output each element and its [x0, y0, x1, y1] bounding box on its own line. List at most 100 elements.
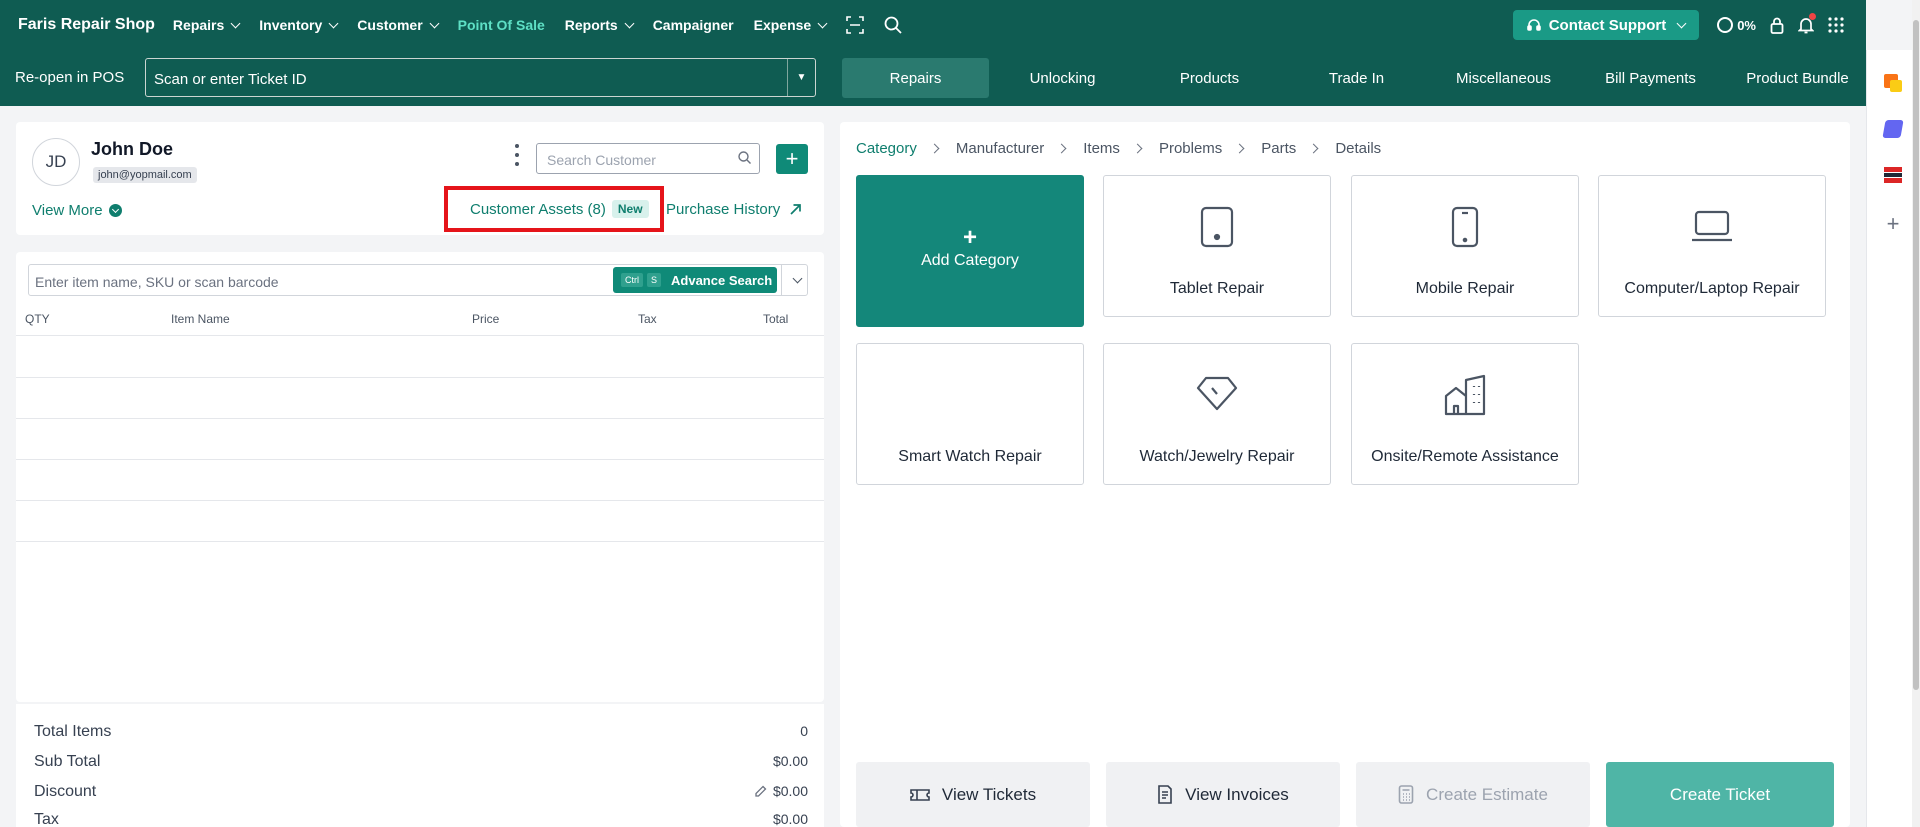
tab-repairs[interactable]: Repairs	[842, 58, 989, 98]
create-ticket-button[interactable]: Create Ticket	[1606, 762, 1834, 827]
nav-reports[interactable]: Reports	[564, 17, 635, 33]
item-search-placeholder: Enter item name, SKU or scan barcode	[35, 274, 279, 290]
scan-icon[interactable]	[846, 16, 865, 34]
breadcrumb-problems: Problems	[1158, 140, 1223, 157]
tab-products[interactable]: Products	[1136, 58, 1283, 98]
contact-support-label: Contact Support	[1548, 16, 1667, 34]
category-label: Watch/Jewelry Repair	[1139, 448, 1295, 465]
chevron-down-icon	[429, 18, 440, 28]
nav-repairs[interactable]: Repairs	[172, 17, 241, 33]
customer-search-placeholder: Search Customer	[547, 152, 656, 168]
category-label: Computer/Laptop Repair	[1624, 280, 1800, 297]
laptop-icon	[1691, 210, 1733, 247]
item-search-input[interactable]: Enter item name, SKU or scan barcode Ctr…	[28, 264, 808, 296]
advance-search-button[interactable]: Ctrl S Advance Search	[613, 267, 777, 293]
tab-miscellaneous[interactable]: Miscellaneous	[1430, 58, 1577, 98]
kebab-menu-icon[interactable]	[513, 144, 521, 166]
diamond-icon	[1196, 374, 1238, 417]
table-row	[16, 419, 824, 460]
caret-down-icon[interactable]: ▼	[787, 59, 815, 96]
mobile-icon	[1451, 206, 1479, 253]
kbd-s: S	[647, 273, 662, 287]
brand-name[interactable]: Faris Repair Shop	[18, 16, 155, 34]
view-more-link[interactable]: View More	[32, 202, 122, 219]
breadcrumb-details: Details	[1335, 140, 1382, 157]
col-qty: QTY	[25, 312, 50, 326]
view-invoices-label: View Invoices	[1185, 784, 1289, 804]
ticket-id-placeholder: Scan or enter Ticket ID	[154, 71, 307, 88]
create-estimate-button[interactable]: Create Estimate	[1356, 762, 1590, 827]
scrollbar-thumb[interactable]	[1913, 20, 1919, 690]
repair-category-panel: Category Manufacturer Items Problems Par…	[840, 122, 1850, 827]
category-label: Smart Watch Repair	[898, 448, 1042, 465]
add-customer-button[interactable]: +	[776, 144, 808, 174]
nav-point-of-sale[interactable]: Point Of Sale	[458, 17, 545, 33]
view-tickets-button[interactable]: View Tickets	[856, 762, 1090, 827]
customer-name: John Doe	[91, 139, 174, 159]
reopen-label: Re-open in POS	[15, 69, 125, 86]
nav-inventory[interactable]: Inventory	[259, 17, 339, 33]
stack-icon[interactable]	[1884, 167, 1902, 183]
category-label: Tablet Repair	[1169, 280, 1265, 297]
nav-label: Inventory	[259, 17, 323, 33]
ticket-icon	[910, 788, 930, 801]
chevron-right-icon	[1132, 143, 1143, 154]
chevron-right-icon	[1308, 143, 1319, 154]
cart-table-header: QTY Item Name Price Tax Total	[16, 306, 824, 336]
category-label: Onsite/Remote Assistance	[1371, 448, 1559, 465]
breadcrumb-manufacturer: Manufacturer	[955, 140, 1045, 157]
advance-search-dropdown[interactable]	[781, 265, 809, 295]
category-tile-watch-jewelry-repair[interactable]: Watch/Jewelry Repair	[1103, 343, 1331, 485]
search-icon	[738, 151, 751, 167]
breadcrumb-items: Items	[1083, 140, 1120, 157]
customer-assets-link[interactable]: Customer Assets (8) New	[444, 186, 664, 232]
chevron-down-icon	[230, 18, 241, 28]
add-extension-icon[interactable]: +	[1883, 213, 1903, 235]
nav-label: Reports	[564, 17, 618, 33]
tax-value: $0.00	[772, 811, 808, 827]
category-tile-tablet-repair[interactable]: Tablet Repair	[1103, 175, 1331, 317]
chevron-right-icon	[1056, 143, 1067, 154]
pos-toolbar: Re-open in POS Scan or enter Ticket ID ▼…	[0, 50, 1866, 106]
pencil-icon[interactable]	[755, 785, 767, 797]
nav-expense[interactable]: Expense	[754, 17, 828, 33]
cart-items-card: Enter item name, SKU or scan barcode Ctr…	[16, 252, 824, 702]
lock-icon[interactable]	[1770, 17, 1784, 34]
gem-icon[interactable]	[1882, 120, 1904, 138]
col-item-name: Item Name	[171, 312, 230, 326]
contact-support-button[interactable]: Contact Support	[1512, 10, 1700, 40]
sticky-note-icon[interactable]	[1884, 74, 1902, 92]
tab-unlocking[interactable]: Unlocking	[989, 58, 1136, 98]
top-navbar: Faris Repair Shop Repairs Inventory Cust…	[0, 0, 1866, 50]
table-row	[16, 460, 824, 501]
col-price: Price	[472, 312, 500, 326]
add-category-button[interactable]: + Add Category	[856, 175, 1084, 327]
chevron-down-icon	[1676, 18, 1687, 28]
ticket-id-input[interactable]: Scan or enter Ticket ID ▼	[145, 58, 816, 97]
discount-value[interactable]: $0.00	[755, 783, 808, 799]
purchase-history-link[interactable]: Purchase History	[666, 201, 802, 218]
bell-icon[interactable]	[1798, 13, 1816, 34]
add-category-label: Add Category	[921, 252, 1019, 269]
purchase-history-label: Purchase History	[666, 201, 781, 218]
category-tile-onsite-remote-assistance[interactable]: Onsite/Remote Assistance	[1351, 343, 1579, 485]
category-tile-mobile-repair[interactable]: Mobile Repair	[1351, 175, 1579, 317]
kbd-ctrl: Ctrl	[621, 273, 643, 287]
customer-search-input[interactable]: Search Customer	[536, 143, 760, 174]
pos-tabs: Repairs Unlocking Products Trade In Misc…	[842, 58, 1871, 98]
progress-indicator[interactable]: 0%	[1717, 17, 1756, 33]
nav-customer[interactable]: Customer	[357, 17, 440, 33]
view-invoices-button[interactable]: View Invoices	[1106, 762, 1340, 827]
nav-label: Repairs	[172, 17, 225, 33]
tab-trade-in[interactable]: Trade In	[1283, 58, 1430, 98]
tab-product-bundle[interactable]: Product Bundle	[1724, 58, 1871, 98]
tab-bill-payments[interactable]: Bill Payments	[1577, 58, 1724, 98]
col-total: Total	[763, 312, 789, 326]
category-tile-smart-watch-repair[interactable]: Smart Watch Repair	[856, 343, 1084, 485]
chevron-down-icon	[792, 273, 803, 283]
breadcrumb-category[interactable]: Category	[856, 140, 917, 157]
search-icon[interactable]	[884, 16, 902, 34]
apps-grid-icon[interactable]	[1828, 17, 1844, 33]
category-tile-computer-laptop-repair[interactable]: Computer/Laptop Repair	[1598, 175, 1826, 317]
nav-campaigner[interactable]: Campaigner	[653, 17, 734, 33]
